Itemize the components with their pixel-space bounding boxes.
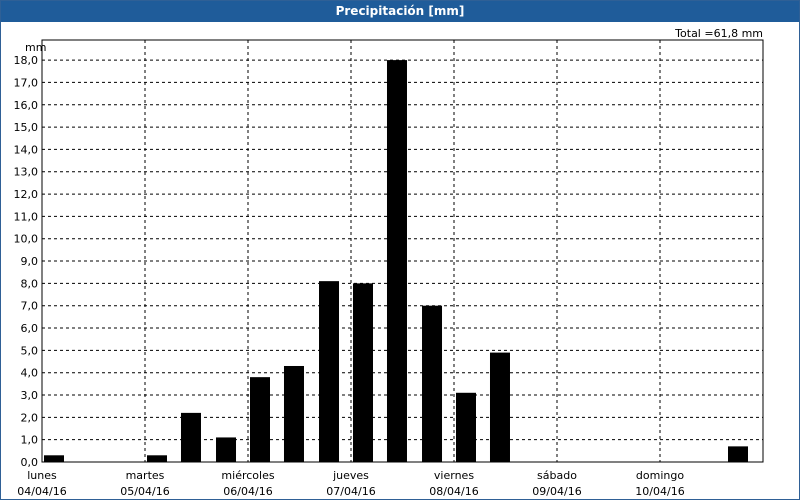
y-tick-labels: 0,0 1,0 2,0 3,0 4,0 5,0 6,0 7,0 8,0 9,0 10,0 11,0 12… <box>14 54 39 469</box>
y-tick-label: 10,0 <box>14 233 39 246</box>
y-tick-label: 8,0 <box>21 277 39 290</box>
y-tick-label: 11,0 <box>14 210 39 223</box>
y-tick-label: 6,0 <box>21 322 39 335</box>
y-tick-label: 4,0 <box>21 367 39 380</box>
precipitation-bar <box>319 281 340 462</box>
precipitation-bar <box>353 283 373 462</box>
y-tick-label: 14,0 <box>14 143 39 156</box>
precipitation-bar <box>147 455 167 462</box>
y-tick-label: 5,0 <box>21 344 39 357</box>
x-day-label: viernes <box>434 469 474 482</box>
window-title: Precipitación [mm] <box>1 1 799 22</box>
y-tick-label: 16,0 <box>14 99 39 112</box>
precipitation-bar <box>422 305 443 462</box>
precipitation-bar <box>489 352 510 462</box>
x-day-label: jueves <box>332 469 369 482</box>
y-tick-label: 18,0 <box>14 54 39 67</box>
x-day-label: sábado <box>537 469 577 482</box>
x-date-label: 04/04/16 <box>17 485 66 498</box>
y-tick-label: 0,0 <box>21 456 39 469</box>
y-tick-label: 13,0 <box>14 166 39 179</box>
precipitation-bar <box>180 412 201 462</box>
precipitation-bar <box>386 60 407 462</box>
x-axis-labels: lunes 04/04/16 martes 05/04/16 miércoles 06/0… <box>17 469 684 498</box>
y-tick-label: 7,0 <box>21 300 39 313</box>
precipitation-bar <box>250 377 270 462</box>
y-axis-unit-label: mm <box>25 41 46 54</box>
y-tick-label: 17,0 <box>14 76 39 89</box>
y-tick-label: 1,0 <box>21 434 39 447</box>
precipitation-bar <box>44 455 64 462</box>
x-date-label: 07/04/16 <box>326 485 375 498</box>
y-tick-label: 15,0 <box>14 121 39 134</box>
x-day-label: martes <box>126 469 165 482</box>
y-tick-label: 12,0 <box>14 188 39 201</box>
x-date-label: 10/04/16 <box>635 485 684 498</box>
precipitation-chart: mm 0,0 1,0 2,0 3,0 4,0 5,0 6,0 7,0 8,0 9,0 10,0 11,… <box>14 39 764 498</box>
x-day-label: domingo <box>636 469 684 482</box>
y-tick-label: 2,0 <box>21 411 39 424</box>
precipitation-bar <box>728 446 748 462</box>
x-date-label: 08/04/16 <box>429 485 478 498</box>
precipitation-bar <box>456 392 476 462</box>
chart-window: Precipitación [mm] Total =61,8 mm mm 0,0… <box>0 0 800 500</box>
x-day-label: lunes <box>27 469 57 482</box>
precipitation-bar <box>216 437 237 462</box>
precipitation-bar <box>283 365 304 462</box>
y-tick-label: 3,0 <box>21 389 39 402</box>
x-day-label: miércoles <box>221 469 274 482</box>
y-tick-label: 9,0 <box>21 255 39 268</box>
x-date-label: 06/04/16 <box>223 485 272 498</box>
x-date-label: 09/04/16 <box>532 485 581 498</box>
x-date-label: 05/04/16 <box>120 485 169 498</box>
